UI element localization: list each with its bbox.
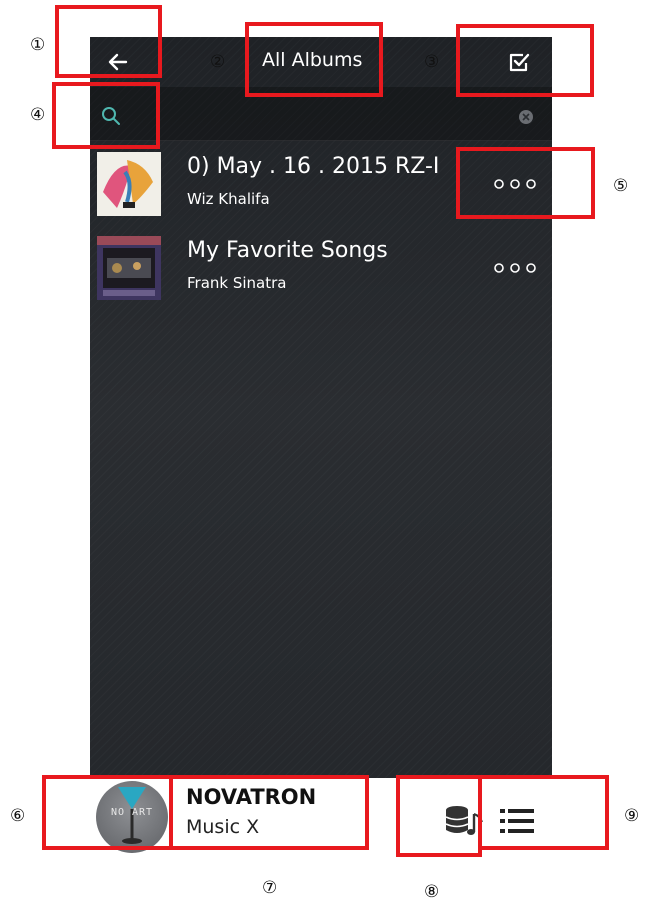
highlight-box-library [396,775,482,857]
callout-2: ② [210,52,226,72]
highlight-box-search [52,82,160,149]
callout-1: ① [30,35,46,55]
callout-9: ⑨ [624,806,640,826]
clear-search-icon[interactable] [518,109,534,125]
highlight-box-back [55,5,162,78]
album-artist: Wiz Khalifa [187,190,270,208]
highlight-box-now-playing [169,775,369,850]
highlight-box-select [456,24,594,97]
highlight-box-more [456,147,595,219]
album-title: 0) May . 16 . 2015 RZ-I [187,154,440,179]
album-art [97,152,161,216]
callout-5: ⑤ [613,176,629,196]
album-title: My Favorite Songs [187,238,388,263]
callout-4: ④ [30,105,46,125]
callout-6: ⑥ [10,806,26,826]
album-row[interactable]: My Favorite Songs Frank Sinatra [90,236,552,316]
callout-7: ⑦ [262,878,278,898]
more-options-icon[interactable] [492,261,538,275]
highlight-box-title [245,22,383,97]
callout-3: ③ [424,52,440,72]
callout-8: ⑧ [424,882,440,902]
highlight-box-playlist [478,775,609,850]
album-artist: Frank Sinatra [187,274,287,292]
album-art [97,236,161,300]
highlight-box-art [42,775,173,850]
